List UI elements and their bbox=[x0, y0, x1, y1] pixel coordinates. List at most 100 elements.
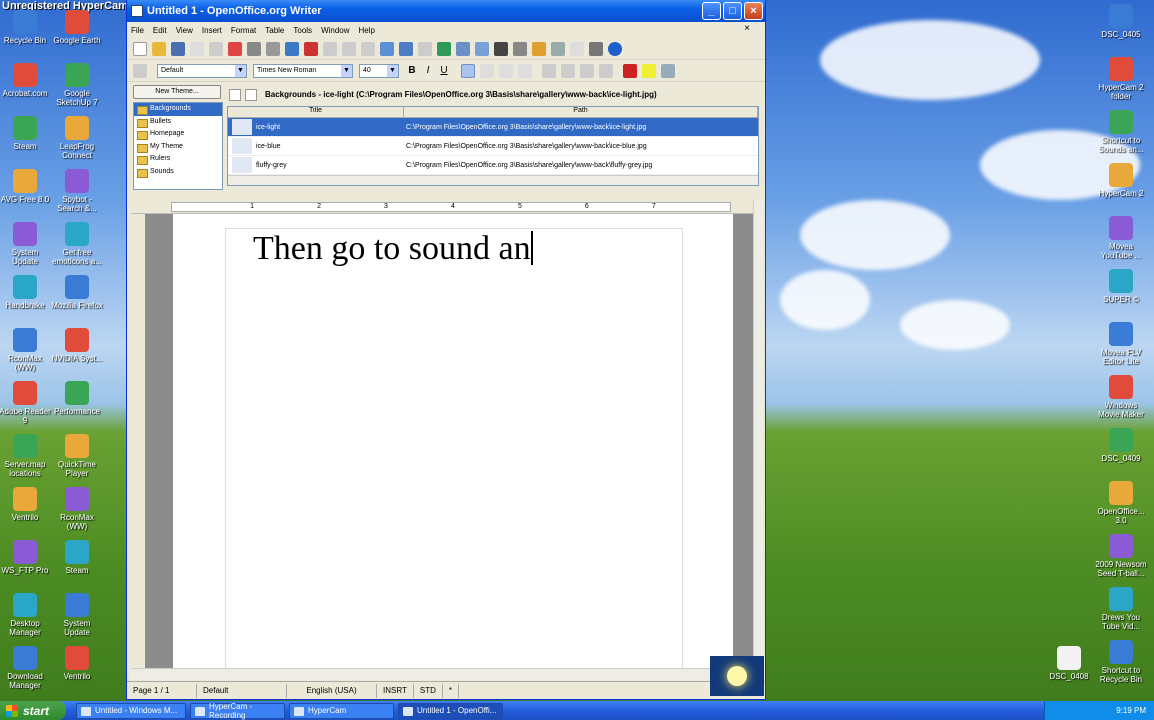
menu-format[interactable]: Format bbox=[231, 26, 256, 35]
desktop-icon[interactable]: Steam bbox=[50, 540, 104, 575]
theme-item-my-theme[interactable]: My Theme bbox=[134, 141, 222, 154]
save-icon[interactable] bbox=[171, 41, 185, 56]
spellcheck-icon[interactable] bbox=[285, 41, 299, 56]
desktop-icon[interactable]: Movea YouTube ... bbox=[1094, 216, 1148, 260]
column-title[interactable]: Title bbox=[228, 107, 404, 117]
start-button[interactable]: start bbox=[0, 701, 66, 720]
document-text[interactable]: Then go to sound an bbox=[253, 230, 533, 268]
desktop-icon[interactable]: Shortcut to Recycle Bin bbox=[1094, 640, 1148, 684]
desktop-icon[interactable]: RconMax (WW) bbox=[0, 328, 52, 372]
menu-window[interactable]: Window bbox=[321, 26, 349, 35]
document-page[interactable]: Then go to sound an bbox=[173, 214, 733, 674]
desktop-icon[interactable]: DSC_0405 bbox=[1094, 4, 1148, 39]
increase-indent-icon[interactable] bbox=[599, 63, 613, 78]
decrease-indent-icon[interactable] bbox=[580, 63, 594, 78]
menu-help[interactable]: Help bbox=[359, 26, 375, 35]
desktop-icon[interactable]: Google Earth bbox=[50, 10, 104, 45]
autospell-icon[interactable] bbox=[304, 41, 318, 56]
desktop-icon[interactable]: Handbrake bbox=[0, 275, 52, 310]
menu-tools[interactable]: Tools bbox=[293, 26, 312, 35]
pdf-export-icon[interactable] bbox=[228, 41, 242, 56]
navigator-icon[interactable] bbox=[513, 41, 527, 56]
desktop-icon[interactable]: Shortcut to Sounds an... bbox=[1094, 110, 1148, 154]
desktop-icon[interactable]: HyperCam 2 bbox=[1094, 163, 1148, 198]
desktop-icon[interactable]: Mozilla Firefox bbox=[50, 275, 104, 310]
nonprinting-chars-icon[interactable] bbox=[570, 41, 584, 56]
print-icon[interactable] bbox=[247, 41, 261, 56]
format-paintbrush-icon[interactable] bbox=[380, 41, 394, 56]
redo-icon[interactable] bbox=[418, 41, 432, 56]
desktop-icon[interactable]: AVG Free 8.0 bbox=[0, 169, 52, 204]
cut-icon[interactable] bbox=[323, 41, 337, 56]
theme-item-bullets[interactable]: Bullets bbox=[134, 116, 222, 129]
desktop-icon[interactable]: Recycle Bin bbox=[0, 10, 52, 45]
table-row[interactable]: ice-light C:\Program Files\OpenOffice.org… bbox=[228, 118, 758, 137]
styles-formatting-icon[interactable] bbox=[133, 63, 147, 78]
desktop-icon[interactable]: Acrobat.com bbox=[0, 63, 52, 98]
desktop-icon[interactable]: Google SketchUp 7 bbox=[50, 63, 104, 107]
menu-view[interactable]: View bbox=[176, 26, 193, 35]
numbering-icon[interactable] bbox=[542, 63, 556, 78]
desktop-icon[interactable]: RconMax (WW) bbox=[50, 487, 104, 531]
detail-view-icon[interactable] bbox=[245, 89, 257, 101]
draw-functions-icon[interactable] bbox=[475, 41, 489, 56]
font-size-select[interactable]: 40 ▼ bbox=[359, 63, 399, 78]
italic-button[interactable]: I bbox=[421, 65, 435, 76]
underline-button[interactable]: U bbox=[437, 65, 451, 76]
table-icon[interactable] bbox=[456, 41, 470, 56]
desktop-icon[interactable]: SUPER © bbox=[1094, 269, 1148, 304]
desktop-icon[interactable]: Windows Movie Maker bbox=[1094, 375, 1148, 419]
desktop-icon[interactable]: OpenOffice... 3.0 bbox=[1094, 481, 1148, 525]
desktop-icon[interactable]: LeapFrog Connect bbox=[50, 116, 104, 160]
menu-edit[interactable]: Edit bbox=[153, 26, 167, 35]
new-document-icon[interactable] bbox=[133, 41, 147, 56]
theme-item-homepage[interactable]: Homepage bbox=[134, 128, 222, 141]
help-icon[interactable] bbox=[608, 41, 622, 56]
clock[interactable]: 9:19 PM bbox=[1116, 706, 1146, 715]
email-icon[interactable] bbox=[190, 41, 204, 56]
desktop-icon[interactable]: Ventrilo bbox=[50, 646, 104, 681]
print-preview-icon[interactable] bbox=[266, 41, 280, 56]
copy-icon[interactable] bbox=[342, 41, 356, 56]
new-theme-button[interactable]: New Theme... bbox=[133, 85, 221, 99]
desktop-icon[interactable]: Movea FLV Editor Lite bbox=[1094, 322, 1148, 366]
column-path[interactable]: Path bbox=[404, 107, 758, 117]
task-hypercam[interactable]: HyperCam bbox=[289, 702, 394, 719]
vertical-ruler[interactable] bbox=[131, 214, 143, 668]
paragraph-style-select[interactable]: Default ▼ bbox=[157, 63, 247, 78]
desktop-icon[interactable]: Download Manager bbox=[0, 646, 52, 690]
align-right-icon[interactable] bbox=[499, 63, 513, 78]
font-color-icon[interactable] bbox=[623, 63, 637, 78]
hyperlink-icon[interactable] bbox=[437, 41, 451, 56]
desktop-icon[interactable]: DSC_0409 bbox=[1094, 428, 1148, 463]
desktop-icon[interactable]: QuickTime Player bbox=[50, 434, 104, 478]
bold-button[interactable]: B bbox=[405, 65, 419, 76]
table-row[interactable]: ice-blue C:\Program Files\OpenOffice.org … bbox=[228, 137, 758, 156]
horizontal-ruler[interactable]: 1 2 3 4 5 6 7 bbox=[131, 200, 761, 214]
desktop-icon[interactable]: Performance bbox=[50, 381, 104, 416]
justify-icon[interactable] bbox=[518, 63, 532, 78]
background-color-icon[interactable] bbox=[661, 63, 675, 78]
maximize-button[interactable]: □ bbox=[723, 2, 742, 20]
data-sources-icon[interactable] bbox=[551, 41, 565, 56]
theme-item-sounds[interactable]: Sounds bbox=[134, 166, 222, 179]
desktop-icon[interactable]: HyperCam 2 folder bbox=[1094, 57, 1148, 101]
paste-icon[interactable] bbox=[361, 41, 375, 56]
desktop-icon[interactable]: WS_FTP Pro bbox=[0, 540, 52, 575]
menu-file[interactable]: File bbox=[131, 26, 144, 35]
align-left-icon[interactable] bbox=[461, 63, 475, 78]
desktop-icon[interactable]: Drews You Tube Vid... bbox=[1094, 587, 1148, 631]
highlight-icon[interactable] bbox=[642, 63, 656, 78]
horizontal-scrollbar[interactable] bbox=[131, 668, 753, 680]
document-close-icon[interactable]: × bbox=[744, 23, 750, 34]
menu-table[interactable]: Table bbox=[265, 26, 284, 35]
desktop-icon[interactable]: Ventrilo bbox=[0, 487, 52, 522]
open-icon[interactable] bbox=[152, 41, 166, 56]
zoom-icon[interactable] bbox=[589, 41, 603, 56]
task-openoffice-writer[interactable]: Untitled 1 - OpenOffi... bbox=[398, 702, 503, 719]
theme-item-backgrounds[interactable]: Backgrounds bbox=[134, 103, 222, 116]
desktop-icon[interactable]: Get free emoticons a... bbox=[50, 222, 104, 266]
selection-mode[interactable]: STD bbox=[414, 683, 443, 698]
gallery-horizontal-scrollbar[interactable] bbox=[228, 175, 758, 185]
desktop-icon[interactable]: Steam bbox=[0, 116, 52, 151]
